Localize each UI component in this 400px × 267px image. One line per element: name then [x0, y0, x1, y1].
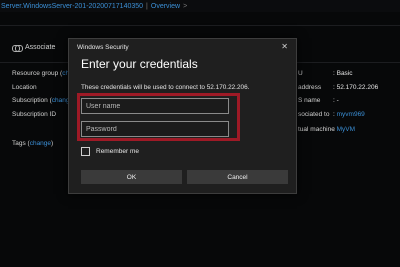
- associate-label: Associate: [25, 44, 56, 51]
- cancel-button[interactable]: Cancel: [187, 170, 288, 184]
- password-input[interactable]: [81, 121, 229, 137]
- remember-me-checkbox[interactable]: [81, 147, 90, 156]
- sku-label: U: [298, 70, 303, 77]
- breadcrumb-page-link[interactable]: Overview: [151, 3, 180, 10]
- sku-value: : Basic: [333, 70, 353, 77]
- subscription-text: Subscription (: [12, 97, 52, 104]
- tags-change-link[interactable]: change: [30, 140, 51, 147]
- associated-link[interactable]: myvm969: [337, 111, 365, 118]
- tags-label: Tags (change): [12, 140, 53, 147]
- close-icon[interactable]: ✕: [281, 42, 288, 51]
- breadcrumb-separator: |: [146, 2, 148, 10]
- associated-value: : myvm969: [333, 111, 365, 118]
- resource-group-text: Resource group (: [12, 70, 63, 77]
- virtual-machine-value: : MyVM: [333, 126, 356, 133]
- subscription-id-label: Subscription ID: [12, 111, 57, 118]
- virtual-machine-label: tual machine: [298, 126, 335, 133]
- dns-label: S name: [298, 97, 321, 104]
- remember-me-label: Remember me: [96, 148, 139, 155]
- link-icon: [12, 44, 23, 52]
- divider: [0, 25, 400, 26]
- subscription-label: Subscription (change: [12, 97, 73, 104]
- dialog-heading: Enter your credentials: [81, 57, 198, 71]
- breadcrumb-resource-link[interactable]: Server.WindowsServer-201-20200717140350: [1, 3, 143, 10]
- associate-button[interactable]: Associate: [12, 44, 56, 52]
- address-value: : 52.170.22.206: [333, 84, 379, 91]
- tags-close-paren: ): [51, 140, 54, 147]
- chevron-right-icon: >: [183, 2, 188, 10]
- ok-button[interactable]: OK: [81, 170, 182, 184]
- resource-group-label: Resource group (ch: [12, 70, 69, 77]
- dialog-message: These credentials will be used to connec…: [81, 84, 250, 91]
- remember-me-option[interactable]: Remember me: [81, 147, 139, 156]
- dns-value: : -: [333, 97, 339, 104]
- breadcrumb: Server.WindowsServer-201-20200717140350 …: [0, 0, 400, 12]
- windows-security-dialog: Windows Security ✕ Enter your credential…: [68, 38, 297, 194]
- dialog-title: Windows Security: [77, 44, 129, 51]
- username-input[interactable]: [81, 98, 229, 114]
- address-label: address: [298, 84, 322, 91]
- tags-text: Tags (: [12, 140, 30, 147]
- associated-label: sociated to: [298, 111, 330, 118]
- virtual-machine-link[interactable]: MyVM: [337, 126, 355, 133]
- location-label: Location: [12, 84, 37, 91]
